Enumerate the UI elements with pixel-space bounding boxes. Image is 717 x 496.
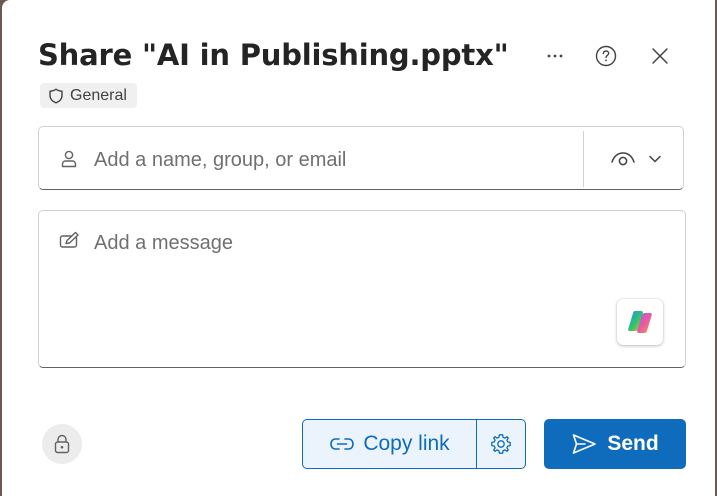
recipients-field [38, 126, 684, 190]
copy-link-group: Copy link [302, 419, 526, 469]
edit-note-icon [59, 231, 81, 254]
person-icon [59, 149, 79, 174]
permission-dropdown[interactable] [599, 141, 673, 177]
more-options-button[interactable] [539, 40, 571, 72]
chevron-down-icon [649, 155, 661, 163]
help-icon [595, 45, 617, 67]
gear-icon [491, 434, 511, 454]
message-field [38, 210, 686, 368]
copy-link-label: Copy link [363, 432, 450, 455]
copilot-button[interactable] [617, 299, 663, 345]
more-icon [547, 54, 563, 58]
recipients-divider [583, 131, 584, 187]
eye-icon [611, 152, 635, 166]
link-settings-button[interactable] [477, 420, 525, 468]
close-icon [652, 48, 668, 64]
dialog-title: Share "AI in Publishing.pptx" [38, 38, 509, 72]
close-button[interactable] [644, 40, 676, 72]
share-dialog: Share "AI in Publishing.pptx" General Ad… [2, 0, 715, 496]
sensitivity-badge[interactable]: General [40, 83, 137, 108]
shield-icon [49, 88, 63, 103]
link-icon [330, 438, 355, 450]
lock-icon [54, 434, 70, 454]
sensitivity-label: General [70, 86, 127, 104]
message-input[interactable] [92, 230, 596, 314]
copy-link-button[interactable]: Copy link [303, 420, 477, 468]
recipients-input[interactable] [92, 144, 576, 176]
send-icon [573, 434, 597, 454]
copilot-icon [628, 311, 652, 333]
help-button[interactable] [590, 40, 622, 72]
link-settings-lock-button[interactable] [42, 424, 82, 464]
send-label: Send [607, 432, 659, 455]
send-button[interactable]: Send [544, 419, 686, 469]
